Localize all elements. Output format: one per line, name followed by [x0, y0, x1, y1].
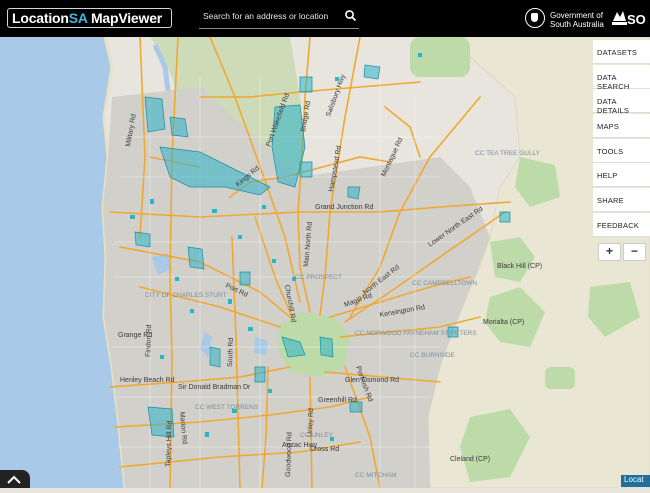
- road-label: Sir Donald Bradman Dr: [178, 384, 251, 391]
- app-logo[interactable]: LocationSA MapViewer: [7, 8, 172, 28]
- place-label: Black Hill (CP): [497, 263, 542, 270]
- map-canvas[interactable]: Grand Junction Rd Main North Rd North Ea…: [0, 37, 650, 488]
- expand-panel-button[interactable]: [0, 470, 30, 488]
- menu-item-maps[interactable]: MAPS: [593, 114, 650, 138]
- place-label: CC CAMPBELLTOWN: [412, 280, 477, 287]
- search-button[interactable]: [343, 8, 359, 24]
- zoom-out-button[interactable]: −: [623, 243, 646, 261]
- govt-line-2: South Australia: [550, 20, 604, 29]
- chevron-up-icon: [7, 475, 21, 484]
- road-label: Findon Rd: [145, 324, 153, 357]
- sa-brand-icon: [612, 11, 627, 25]
- app-logo-text: LocationSA MapViewer: [12, 10, 162, 26]
- place-label: CC BURNSIDE: [410, 352, 455, 359]
- place-label: CC WEST TORRENS: [195, 404, 259, 411]
- logo-word-mapviewer: MapViewer: [87, 10, 163, 26]
- sa-crest-icon: [525, 8, 545, 28]
- address-search: [199, 6, 359, 29]
- app-header: LocationSA MapViewer Government of South…: [0, 0, 650, 37]
- menu-item-tools[interactable]: TOOLS: [593, 138, 650, 163]
- govt-line-1: Government of: [550, 11, 603, 20]
- place-label: CC NORWOOD PAYNEHAM ST PETERS: [355, 330, 477, 337]
- menu-item-share[interactable]: SHARE: [593, 188, 650, 212]
- search-icon: [345, 10, 357, 22]
- place-label: CC UNLEY: [300, 432, 334, 439]
- road-label: Grand Junction Rd: [315, 204, 373, 211]
- zoom-in-button[interactable]: +: [598, 243, 621, 261]
- road-label: South Rd: [227, 338, 235, 368]
- logo-word-location: Location: [12, 10, 69, 26]
- road-label: Cross Rd: [310, 446, 339, 453]
- logo-word-sa: SA: [68, 10, 88, 26]
- south-australia-brand-logo[interactable]: SO: [611, 6, 650, 32]
- map-attribution[interactable]: Locat: [621, 475, 650, 487]
- address-search-input[interactable]: [203, 8, 343, 24]
- place-label: CITY OF CHARLES STURT: [145, 292, 226, 299]
- menu-item-data-details[interactable]: DATA DETAILS: [593, 89, 650, 115]
- sa-brand-text: SO: [627, 12, 646, 27]
- menu-item-feedback[interactable]: FEEDBACK: [593, 212, 650, 237]
- government-of-sa-logo[interactable]: Government of South Australia: [525, 8, 605, 30]
- place-label: Cleland (CP): [450, 456, 490, 463]
- menu-item-help[interactable]: HELP: [593, 163, 650, 187]
- place-label: CC PROSPECT: [295, 274, 342, 281]
- place-label: CC TEA TREE GULLY: [475, 150, 541, 157]
- place-label: Morialta (CP): [483, 319, 524, 326]
- road-label: Henley Beach Rd: [120, 377, 175, 384]
- road-label: Grange Rd: [118, 332, 152, 339]
- road-label: Greenhill Rd: [318, 397, 357, 404]
- place-label: CC MITCHAM: [355, 472, 397, 479]
- road-label: Glen Osmond Rd: [345, 377, 399, 384]
- menu-item-datasets[interactable]: DATASETS: [593, 40, 650, 64]
- menu-item-data-search[interactable]: DATA SEARCH: [593, 64, 650, 91]
